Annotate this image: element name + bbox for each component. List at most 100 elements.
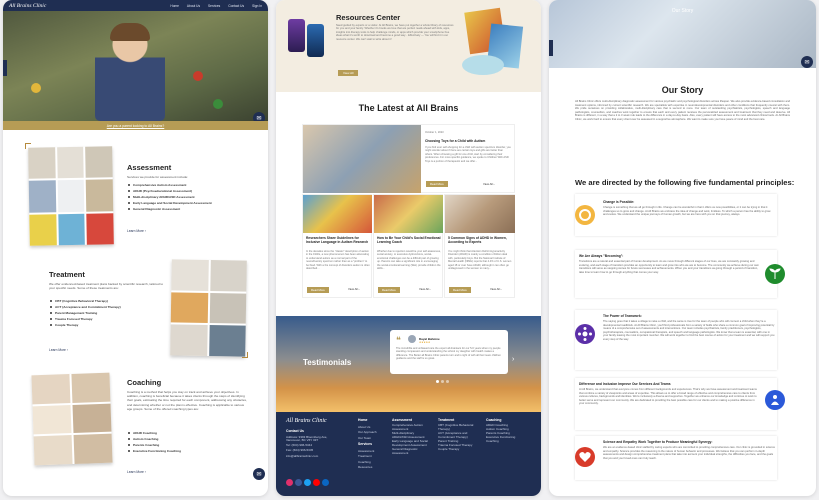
post-title[interactable]: How to Be Your Child's Social Emotional … xyxy=(377,236,441,244)
coaching-title: Coaching xyxy=(127,378,162,387)
chat-icon[interactable]: ✉ xyxy=(801,56,813,68)
principle-text: We are an evidence-based clinic staffed … xyxy=(603,446,775,460)
nav-services[interactable]: Services xyxy=(208,4,220,8)
youtube-icon[interactable] xyxy=(313,479,320,486)
footer-address: Address: 9393 Bloomberg Ave, Vancouver, … xyxy=(286,434,328,443)
view-all-link[interactable]: View All › xyxy=(490,287,501,291)
footer-col-assessment: Assessment Comprehensive Autism Assessme… xyxy=(392,418,430,455)
parent-banner-link[interactable]: Are you a parent looking to All Brains? xyxy=(3,121,268,130)
view-all-link[interactable]: View All › xyxy=(483,182,494,186)
treatment-image xyxy=(170,259,247,357)
view-all-link[interactable]: View All › xyxy=(348,287,359,291)
post-excerpt: Whether due to rejection would be your s… xyxy=(377,250,441,271)
nav-about[interactable]: About Us xyxy=(187,4,200,8)
view-all-label: View All xyxy=(348,287,358,291)
hero-child-illustration xyxy=(95,23,165,121)
read-more-button[interactable]: Read More xyxy=(449,287,471,293)
dot-icon[interactable] xyxy=(441,380,444,383)
coaching-intro: Coaching is a method that helps you stay… xyxy=(127,390,247,411)
footer-link[interactable]: Resources xyxy=(358,465,384,471)
treatment-title: Treatment xyxy=(49,270,85,279)
footer-link[interactable]: General Diagnostic Assessment xyxy=(392,447,430,455)
next-arrow-icon[interactable]: › xyxy=(512,356,514,363)
dot-icon[interactable] xyxy=(446,380,449,383)
book-image xyxy=(462,55,504,75)
learn-more-label: Learn More xyxy=(127,229,144,233)
view-all-link[interactable]: View All › xyxy=(419,287,430,291)
post-title[interactable]: 5 Common Signs of ADHD in Women, Accordi… xyxy=(448,236,512,244)
side-tab[interactable] xyxy=(3,60,7,76)
read-more-button[interactable]: Read More xyxy=(378,287,400,293)
twitter-icon[interactable] xyxy=(304,479,311,486)
testimonials-title: Testimonials xyxy=(303,358,352,367)
carousel-dots[interactable] xyxy=(436,380,449,383)
footer-link[interactable]: Early Language and Social Development As… xyxy=(392,439,430,447)
our-story-text: All Brains Clinic offers multi-disciplin… xyxy=(575,100,790,121)
coaching-image xyxy=(31,372,113,466)
footer-link[interactable]: Couple Therapy xyxy=(438,447,478,451)
footer-contact-title: Contact Us xyxy=(286,429,304,433)
quote-icon: ❝ xyxy=(396,335,401,345)
post-title[interactable]: Choosing Toys for a Child with Autism xyxy=(425,139,511,143)
footer-link[interactable]: Executive Functioning Coaching xyxy=(486,435,526,443)
footer-col-treatment: Treatment CBT (Cognitive Behavioral Ther… xyxy=(438,418,478,451)
footer-email[interactable]: info@allbrainsclinic.com xyxy=(286,454,331,460)
footer-col-coaching: Coaching ADHD Coaching Autism Coaching P… xyxy=(486,418,526,443)
nav-signin[interactable]: Sign In xyxy=(252,4,262,8)
nav-home[interactable]: Home xyxy=(170,4,179,8)
corner-decoration xyxy=(25,143,31,149)
linkedin-icon[interactable] xyxy=(322,479,329,486)
footer-col-services: Services Assessment Treatment Coaching R… xyxy=(358,442,384,471)
coaching-list: ADHD Coaching Autism Coaching Parents Co… xyxy=(127,430,247,454)
footer-col-title[interactable]: Treatment xyxy=(438,418,478,422)
resources-view-all-button[interactable]: View All xyxy=(338,70,359,76)
chat-icon[interactable]: ✉ xyxy=(253,468,265,480)
footer-link[interactable]: Our Team xyxy=(358,436,384,442)
read-more-button[interactable]: Read More xyxy=(307,287,329,293)
footer-col-title[interactable]: Assessment xyxy=(392,418,430,422)
principle-card: We Are Always "Becoming": Transitions ar… xyxy=(575,250,785,298)
site-logo[interactable]: All Brains Clinic xyxy=(9,3,46,9)
list-item: Couple Therapy xyxy=(49,322,169,328)
footer-col-title[interactable]: Home xyxy=(358,418,384,424)
view-all-label: View All xyxy=(483,182,493,186)
principles-title: We are directed by the following five fu… xyxy=(575,178,795,187)
instagram-icon[interactable] xyxy=(286,479,293,486)
resources-panel: Resources Center Need guided by experts … xyxy=(276,0,541,496)
rating-stars-icon: ★★★★★ xyxy=(419,341,431,344)
principle-card: Change is Possible: Change is something … xyxy=(575,194,777,236)
facebook-icon[interactable] xyxy=(295,479,302,486)
post-image xyxy=(303,195,372,233)
dot-icon[interactable] xyxy=(436,380,439,383)
footer-link[interactable]: Comprehensive Autism Assessment xyxy=(392,423,430,431)
testimonials-section: Testimonials ❝ Dayal Bahmne ★★★★★ The in… xyxy=(276,316,541,412)
post-card[interactable]: 5 Common Signs of ADHD in Women, Accordi… xyxy=(444,194,515,298)
post-excerpt: If you find ever self-shopping for a chi… xyxy=(425,146,511,163)
phone-image xyxy=(307,24,324,57)
footer-link[interactable]: ACT (Acceptance and Commitment Therapy) xyxy=(438,431,478,439)
footer-col-title[interactable]: Services xyxy=(358,442,384,448)
post-card[interactable]: Researchers Share Guidelines for Inclusi… xyxy=(302,194,372,298)
learn-more-label: Learn More xyxy=(49,348,66,352)
post-image xyxy=(374,195,443,233)
coaching-learn-more[interactable]: Learn More › xyxy=(127,470,146,474)
assessment-learn-more[interactable]: Learn More › xyxy=(127,229,146,233)
read-more-button[interactable]: Read More xyxy=(426,181,448,187)
post-card[interactable]: How to Be Your Child's Social Emotional … xyxy=(373,194,443,298)
treatment-learn-more[interactable]: Learn More › xyxy=(49,348,68,352)
footer-logo[interactable]: All Brains Clinic xyxy=(286,418,327,424)
science-empathy-icon xyxy=(575,447,595,467)
featured-post-image xyxy=(303,125,421,193)
our-story-hero: Our Story xyxy=(549,0,816,68)
footer-link[interactable]: Multi-disciplinary ADHD/ASD Assessment xyxy=(392,431,430,439)
footer-link[interactable]: CBT (Cognitive Behavioral Therapy) xyxy=(438,423,478,431)
side-tab[interactable] xyxy=(549,40,553,56)
principle-text: At All Brains, we understand that everyo… xyxy=(579,388,757,405)
featured-post-card[interactable]: October 1, 2023 Choosing Toys for a Chil… xyxy=(302,124,515,193)
nav-contact[interactable]: Contact Us xyxy=(228,4,244,8)
testimonial-quote: The incredible and unbiased care the exp… xyxy=(396,347,501,361)
learn-more-label: Learn More xyxy=(127,470,144,474)
post-title[interactable]: Researchers Share Guidelines for Inclusi… xyxy=(306,236,370,244)
phone-image xyxy=(288,19,305,52)
footer-col-title[interactable]: Coaching xyxy=(486,418,526,422)
